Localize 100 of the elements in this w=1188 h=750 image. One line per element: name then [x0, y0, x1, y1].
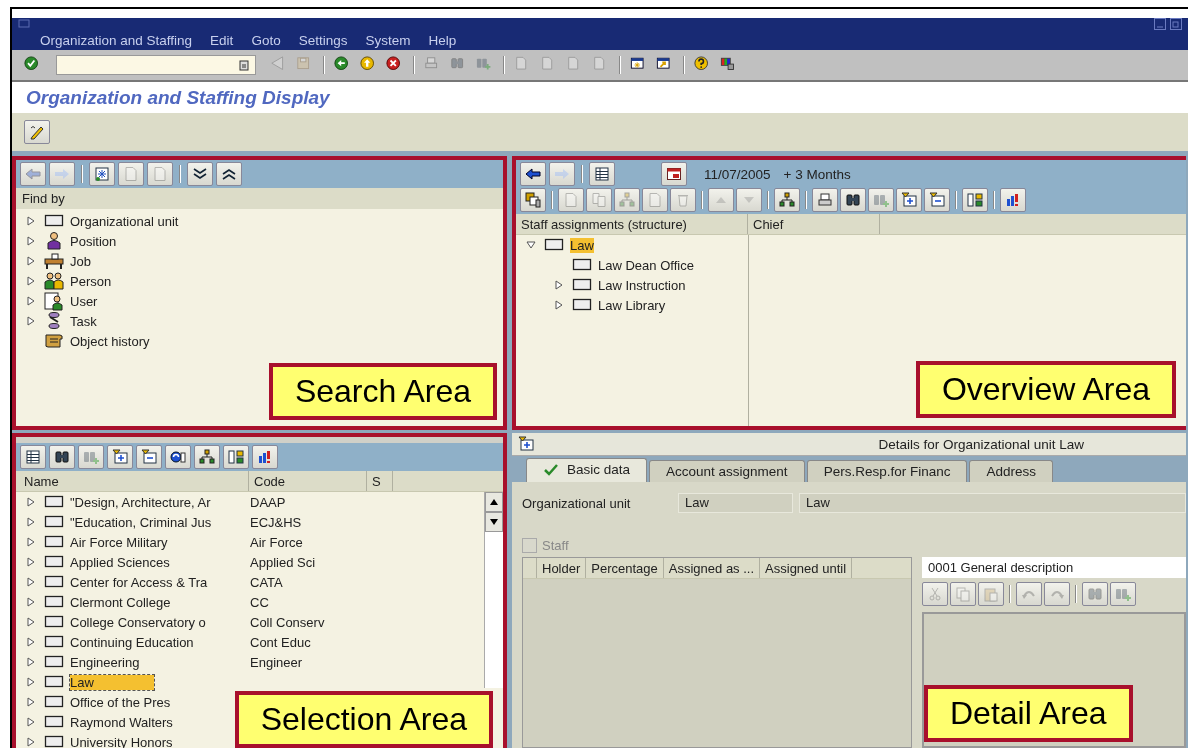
name-cell[interactable]: Office of the Pres — [70, 694, 231, 710]
code-cell: DAAP — [250, 494, 286, 510]
expanded-triangle-icon[interactable] — [526, 240, 536, 250]
chevrons-up-button[interactable] — [216, 162, 242, 186]
menu-item[interactable]: System — [365, 32, 411, 48]
find-by-item[interactable]: Job — [70, 253, 91, 269]
columns-button[interactable] — [223, 445, 249, 469]
code-cell: CATA — [250, 574, 283, 590]
bars-button[interactable] — [252, 445, 278, 469]
name-cell[interactable]: Continuing Education — [70, 634, 246, 650]
page-icon — [563, 192, 579, 208]
user-icon — [44, 291, 64, 311]
filter-minus-button[interactable] — [136, 445, 162, 469]
name-cell[interactable]: Raymond Walters — [70, 714, 233, 730]
tab[interactable]: Basic data — [526, 458, 648, 482]
callout-label: Selection Area — [234, 691, 493, 748]
column-header[interactable]: Code — [249, 471, 367, 491]
binoculars-button[interactable] — [840, 188, 866, 212]
filter-plus-icon — [518, 436, 534, 452]
object-id-field: Law — [678, 493, 793, 513]
column-header[interactable]: Assigned as ... — [663, 558, 761, 578]
field-label: Organizational unit — [522, 495, 632, 511]
bars-button[interactable] — [1000, 188, 1026, 212]
description-dropdown[interactable]: 0001 General description — [922, 557, 1186, 578]
tree-node[interactable]: Law Library — [598, 297, 666, 313]
hierarchy-button[interactable] — [774, 188, 800, 212]
filter-plus-button[interactable] — [896, 188, 922, 212]
name-cell[interactable]: Applied Sciences — [70, 554, 246, 570]
column-header[interactable]: Assigned until — [760, 558, 853, 578]
check-icon — [543, 462, 559, 477]
arrow-left-button[interactable] — [520, 162, 546, 186]
tab[interactable]: Account assignment — [649, 460, 805, 482]
paste-icon — [983, 586, 999, 602]
columns-button[interactable] — [962, 188, 988, 212]
code-cell: CC — [250, 594, 269, 610]
table-button[interactable] — [589, 162, 615, 186]
scrollbar[interactable] — [484, 492, 503, 688]
column-header[interactable]: Holder — [537, 558, 587, 578]
binoculars-plus-icon — [873, 192, 889, 208]
menu-item[interactable]: Organization and Staffing — [40, 32, 193, 48]
period-text: + 3 Months — [783, 166, 851, 182]
command-field[interactable] — [56, 55, 256, 75]
chevrons-down-icon — [192, 166, 208, 182]
filter-plus-button[interactable] — [107, 445, 133, 469]
restore-icon[interactable] — [1170, 18, 1182, 30]
printer-button[interactable] — [812, 188, 838, 212]
menu-item[interactable]: Goto — [251, 32, 281, 48]
binoculars-button[interactable] — [49, 445, 75, 469]
filter-minus-icon — [141, 449, 157, 465]
tab[interactable]: Pers.Resp.for Financ — [806, 460, 968, 482]
bars-icon — [1005, 192, 1021, 208]
name-cell[interactable]: College Conservatory o — [70, 614, 246, 630]
menu-item[interactable]: Settings — [298, 32, 348, 48]
scroll-down-icon — [490, 519, 498, 525]
code-cell: Cont Educ — [250, 634, 311, 650]
column-header[interactable]: S — [367, 471, 393, 491]
name-cell[interactable]: Clermont College — [70, 594, 246, 610]
edit-button[interactable] — [24, 120, 50, 144]
table-button[interactable] — [20, 445, 46, 469]
name-cell[interactable]: Air Force Military — [70, 534, 246, 550]
name-cell[interactable]: "Design, Architecture, Ar — [70, 494, 246, 510]
detail-header: Details for Organizational unit Law — [878, 436, 1084, 452]
find-by-item[interactable]: Object history — [70, 333, 150, 349]
column-header[interactable]: Chief — [748, 214, 880, 234]
find-by-item[interactable]: Task — [70, 313, 97, 329]
tree-node[interactable]: Law — [570, 237, 594, 253]
scroll-up-icon — [490, 499, 498, 505]
chevrons-up-icon — [221, 166, 237, 182]
find-by-item[interactable]: Person — [70, 273, 112, 289]
name-cell[interactable]: Law — [70, 674, 154, 690]
find-by-item[interactable]: Position — [70, 233, 117, 249]
tree-node[interactable]: Law Dean Office — [598, 257, 694, 273]
table-icon — [594, 166, 610, 182]
name-cell[interactable]: "Education, Criminal Jus — [70, 514, 246, 530]
calendar-button[interactable] — [661, 162, 687, 186]
doc-stack-button[interactable] — [520, 188, 546, 212]
find-by-item[interactable]: User — [70, 293, 98, 309]
callout-label: Overview Area — [915, 361, 1176, 418]
tab[interactable]: Address — [969, 460, 1053, 482]
binoculars-icon — [845, 192, 861, 208]
key-date: 11/07/2005 — [704, 166, 771, 182]
find-by-item[interactable]: Organizational unit — [70, 213, 179, 229]
filter-plus-icon — [112, 449, 128, 465]
arrow-right-icon — [554, 166, 570, 182]
refresh-button[interactable] — [165, 445, 191, 469]
code-cell: Air Force — [250, 534, 303, 550]
column-header[interactable]: Percentage — [586, 558, 664, 578]
minimize-icon[interactable] — [1154, 18, 1166, 30]
chevrons-down-button[interactable] — [187, 162, 213, 186]
menu-item[interactable]: Edit — [210, 32, 234, 48]
filter-minus-button[interactable] — [924, 188, 950, 212]
name-cell[interactable]: Engineering — [70, 654, 246, 670]
column-header[interactable]: Name — [16, 471, 249, 491]
hierarchy-icon — [779, 192, 795, 208]
menu-item[interactable]: Help — [428, 32, 457, 48]
hierarchy-button[interactable] — [194, 445, 220, 469]
list-star-button[interactable] — [89, 162, 115, 186]
tree-node[interactable]: Law Instruction — [598, 277, 686, 293]
column-header[interactable]: Staff assignments (structure) — [516, 214, 748, 234]
name-cell[interactable]: Center for Access & Tra — [70, 574, 246, 590]
